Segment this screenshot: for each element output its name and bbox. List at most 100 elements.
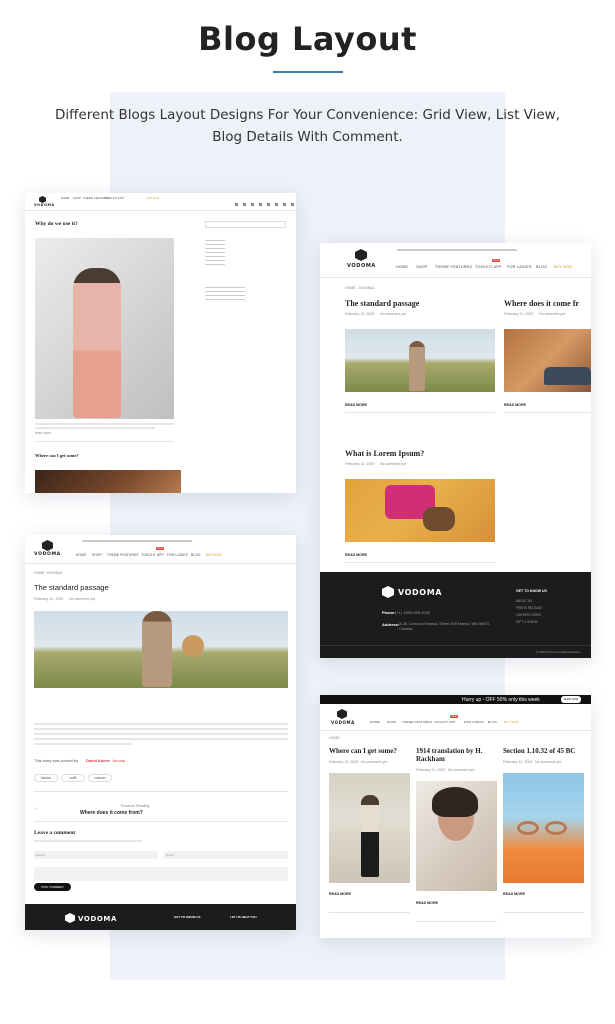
preview-three-columns[interactable]: Hurry up - OFF 50% only this week SHOP N… bbox=[320, 695, 591, 938]
read-more-link[interactable]: READ MORE bbox=[345, 403, 367, 407]
nav-home[interactable]: HOME bbox=[76, 553, 86, 557]
footer-logo-text: VODOMA bbox=[78, 915, 117, 923]
nav-toolkit[interactable]: TOOLKIT APP bbox=[141, 553, 164, 557]
nav-shop[interactable]: SHOP bbox=[387, 720, 396, 724]
read-more-link[interactable]: READ MORE bbox=[503, 892, 525, 896]
post2-image[interactable] bbox=[35, 470, 181, 493]
nav-buy-now[interactable]: BUY NOW bbox=[147, 197, 159, 200]
tag-pill[interactable]: summer bbox=[88, 774, 112, 782]
footer-link[interactable]: ABOUT US bbox=[516, 599, 532, 603]
read-more-link[interactable]: read more bbox=[35, 431, 51, 435]
preview-blog-details[interactable]: VODOMA HOME SHOP THEME FEATURES TOOLKIT … bbox=[25, 535, 296, 930]
post-comments: No comment yet bbox=[380, 312, 407, 316]
name-input[interactable]: Name* bbox=[34, 851, 158, 859]
post-comment-button[interactable]: POST COMMENT bbox=[34, 883, 71, 891]
footer-col-title: LET US HELP YOU bbox=[230, 915, 257, 919]
email-input[interactable]: Email* bbox=[164, 851, 288, 859]
post-title[interactable]: Why do we use it? bbox=[35, 221, 78, 227]
nav-toolkit[interactable]: TOOLKIT APP bbox=[434, 720, 456, 724]
read-more-link[interactable]: READ MORE bbox=[504, 403, 526, 407]
nav-buy-now[interactable]: BUY NOW bbox=[554, 265, 572, 269]
post-title[interactable]: Where can I get some? bbox=[329, 747, 409, 755]
header-icons bbox=[235, 203, 295, 206]
nav-buy-now[interactable]: BUY NOW bbox=[504, 720, 518, 724]
post-title[interactable]: What is Lorem Ipsum? bbox=[345, 449, 424, 458]
tag-pill[interactable]: fashion bbox=[34, 774, 58, 782]
post-title: The standard passage bbox=[34, 583, 109, 592]
prev-label: Previous Reading bbox=[121, 804, 150, 808]
post-comment-label: POST COMMENT bbox=[41, 885, 64, 889]
post-title[interactable]: 1914 translation by H. Rackham bbox=[416, 747, 496, 763]
nav-toolkit[interactable]: TOOLKIT APP bbox=[105, 197, 124, 200]
prev-post-title[interactable]: Where does it come from? bbox=[80, 810, 143, 816]
read-more-link[interactable]: READ MORE bbox=[329, 892, 351, 896]
prev-arrow-icon[interactable]: ← bbox=[34, 805, 40, 811]
preview-list-sidebar[interactable]: VODOMA HOME SHOP THEME FEATURES TOOLKIT … bbox=[25, 193, 296, 493]
post-date: February 12, 2020 bbox=[503, 760, 533, 764]
nav-shop[interactable]: SHOP bbox=[416, 265, 428, 269]
post2-title[interactable]: Where can I get some? bbox=[35, 453, 79, 458]
footer-logo-icon bbox=[382, 586, 394, 598]
post-title[interactable]: Section 1.10.32 of 45 BC bbox=[503, 747, 589, 755]
nav-features[interactable]: THEME FEATURES bbox=[435, 265, 472, 269]
post-date: February 12, 2020 bbox=[34, 597, 64, 601]
name-placeholder: Name* bbox=[36, 853, 46, 857]
breadcrumb-home[interactable]: HOME bbox=[329, 736, 340, 740]
breadcrumb-home[interactable]: HOME bbox=[345, 286, 356, 290]
nav-ladies[interactable]: FOR LADIES bbox=[464, 720, 484, 724]
post-image[interactable] bbox=[345, 479, 495, 542]
copyright: © 2020 Vodoma by BeautiHomes bbox=[536, 650, 581, 654]
sidebar-categories bbox=[205, 240, 225, 268]
post-title[interactable]: The standard passage bbox=[345, 299, 419, 308]
post-image[interactable] bbox=[329, 773, 410, 883]
message-textarea[interactable] bbox=[34, 867, 288, 881]
nav-home[interactable]: HOME bbox=[396, 265, 408, 269]
car-shape bbox=[544, 367, 591, 385]
nav-blog[interactable]: BLOG bbox=[191, 553, 201, 557]
post-date: February 12, 2020 bbox=[345, 312, 375, 316]
nav-blog[interactable]: BLOG bbox=[536, 265, 547, 269]
post-date: February 12, 2020 bbox=[345, 462, 375, 466]
tag-label: outfit bbox=[69, 776, 77, 780]
site-footer: VODOMA Phone: (+1) 1800 555 2020 Address… bbox=[320, 572, 591, 658]
post-date: February 12, 2020 bbox=[504, 312, 534, 316]
logo-icon bbox=[355, 249, 367, 261]
sunglasses-shape bbox=[517, 821, 539, 835]
nav-toolkit[interactable]: TOOLKIT APP bbox=[475, 265, 502, 269]
nav-features[interactable]: THEME FEATURES bbox=[402, 720, 432, 724]
nav-ladies[interactable]: FOR LADIES bbox=[507, 265, 532, 269]
footer-link[interactable]: GIFT & SHELB bbox=[516, 620, 538, 624]
footer-link[interactable]: PRESS RELEASE bbox=[516, 606, 542, 610]
post-image[interactable] bbox=[504, 329, 591, 392]
new-badge: New bbox=[156, 547, 165, 550]
footer-link[interactable]: CAREER CARES bbox=[516, 613, 541, 617]
nav-ladies[interactable]: FOR LADIES bbox=[167, 553, 188, 557]
nav-features[interactable]: THEME FEATURES bbox=[107, 553, 139, 557]
footer-col-title: GET TO KNOW US bbox=[516, 589, 547, 593]
footer-logo-text: VODOMA bbox=[398, 588, 443, 597]
author-link[interactable]: David Aken bbox=[86, 758, 108, 763]
breadcrumb-home[interactable]: HOME bbox=[34, 571, 45, 575]
phone-label: Phone: bbox=[382, 610, 396, 615]
category-link[interactable]: Journal bbox=[112, 758, 125, 763]
logo-icon bbox=[39, 196, 46, 203]
breadcrumb-page: JOURNAL bbox=[358, 286, 375, 290]
nav-home[interactable]: HOME bbox=[61, 197, 70, 200]
read-more-link[interactable]: READ MORE bbox=[416, 901, 438, 905]
nav-shop[interactable]: SHOP bbox=[73, 197, 81, 200]
nav-shop[interactable]: SHOP bbox=[92, 553, 102, 557]
post-image[interactable] bbox=[345, 329, 495, 392]
post-image[interactable] bbox=[35, 238, 174, 419]
post-image[interactable] bbox=[416, 781, 497, 891]
tag-pill[interactable]: outfit bbox=[61, 774, 85, 782]
nav-blog[interactable]: BLOG bbox=[488, 720, 497, 724]
preview-grid[interactable]: VODOMA HOME SHOP THEME FEATURES TOOLKIT … bbox=[320, 243, 591, 658]
post-title[interactable]: Where does it come fr bbox=[504, 299, 579, 308]
hat-shape bbox=[182, 635, 204, 657]
read-more-link[interactable]: READ MORE bbox=[345, 553, 367, 557]
shop-now-button[interactable]: SHOP NOW bbox=[561, 696, 581, 703]
post-image[interactable] bbox=[503, 773, 584, 883]
nav-buy-now[interactable]: BUY NOW bbox=[206, 553, 221, 557]
sidebar-search[interactable] bbox=[205, 221, 286, 228]
nav-home[interactable]: HOME bbox=[370, 720, 380, 724]
